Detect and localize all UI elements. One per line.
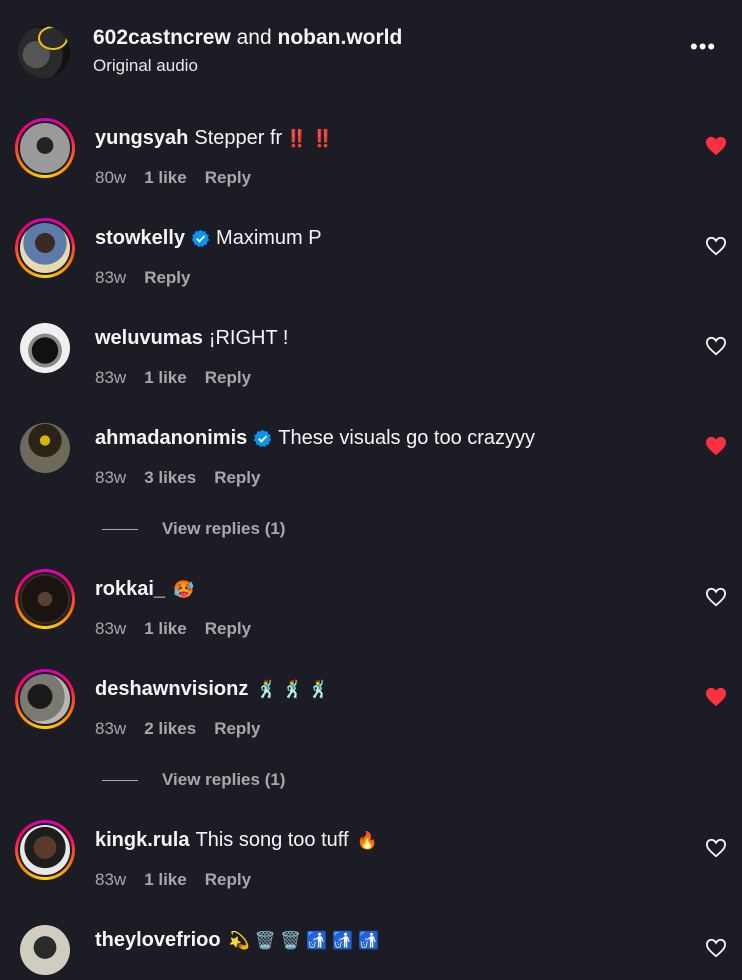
avatar bbox=[20, 323, 70, 373]
comment-likes[interactable]: 1 like bbox=[144, 368, 187, 388]
comment-likes[interactable]: 3 likes bbox=[144, 468, 196, 488]
audio-user1-link[interactable]: 602castncrew bbox=[93, 26, 231, 49]
avatar-wrapper[interactable] bbox=[15, 920, 75, 980]
verified-badge-icon bbox=[254, 429, 272, 448]
comment-emoji: 💫 🗑️ 🗑️ 🚮 🚮 🚮 bbox=[228, 930, 380, 950]
view-replies-button[interactable]: View replies (1) bbox=[102, 769, 402, 791]
comment-emoji: 🕺 🕺 🕺 bbox=[256, 679, 330, 699]
comment-emoji: ‼️ ‼️ bbox=[286, 128, 334, 148]
avatar bbox=[20, 223, 70, 273]
view-replies-divider bbox=[102, 528, 138, 530]
comment-likes[interactable]: 1 like bbox=[144, 168, 187, 188]
avatar bbox=[20, 574, 70, 624]
comment-username[interactable]: kingk.rula bbox=[95, 829, 189, 852]
comment-age: 83w bbox=[95, 870, 127, 889]
reply-button[interactable]: Reply bbox=[144, 268, 190, 288]
avatar-wrapper[interactable] bbox=[15, 318, 75, 378]
heart-filled-icon[interactable] bbox=[705, 436, 727, 456]
reply-button[interactable]: Reply bbox=[205, 368, 251, 388]
reply-button[interactable]: Reply bbox=[205, 870, 251, 890]
audio-avatar[interactable] bbox=[18, 26, 70, 78]
comment-text: This song too tuff bbox=[195, 829, 349, 851]
comment-emoji: 🥵 bbox=[173, 579, 195, 599]
reply-button[interactable]: Reply bbox=[205, 619, 251, 639]
comment-likes[interactable]: 1 like bbox=[144, 619, 187, 639]
heart-outline-icon[interactable] bbox=[705, 336, 727, 356]
avatar-story-ring[interactable] bbox=[15, 118, 75, 178]
avatar-story-ring[interactable] bbox=[15, 218, 75, 278]
avatar-story-ring[interactable] bbox=[15, 820, 75, 880]
comment-username[interactable]: stowkelly bbox=[95, 227, 185, 250]
comment-username[interactable]: yungsyah bbox=[95, 127, 188, 150]
avatar bbox=[20, 123, 70, 173]
view-replies-divider bbox=[102, 779, 138, 781]
comment-username[interactable]: rokkai_ bbox=[95, 578, 165, 601]
avatar bbox=[20, 825, 70, 875]
comment-username[interactable]: theylovefrioo bbox=[95, 929, 221, 952]
avatar-wrapper[interactable] bbox=[15, 418, 75, 478]
comment-age: 83w bbox=[95, 268, 127, 287]
avatar bbox=[20, 423, 70, 473]
audio-badge-icon bbox=[38, 26, 68, 50]
comment-username[interactable]: weluvumas bbox=[95, 327, 203, 350]
more-options-icon[interactable]: ••• bbox=[690, 34, 716, 60]
audio-title: 602castncrew and noban.world bbox=[93, 26, 402, 50]
comment-text: Maximum P bbox=[216, 227, 322, 249]
comment-emoji: 🔥 bbox=[356, 830, 378, 850]
avatar-story-ring[interactable] bbox=[15, 569, 75, 629]
heart-outline-icon[interactable] bbox=[705, 838, 727, 858]
reply-button[interactable]: Reply bbox=[205, 168, 251, 188]
audio-header: 602castncrew and noban.world Original au… bbox=[0, 0, 742, 100]
comment-username[interactable]: deshawnvisionz bbox=[95, 678, 248, 701]
comment-text: These visuals go too crazyyy bbox=[278, 427, 536, 449]
heart-filled-icon[interactable] bbox=[705, 136, 727, 156]
view-replies-label: View replies (1) bbox=[162, 770, 286, 789]
audio-title-joiner: and bbox=[236, 26, 272, 49]
audio-user2-link[interactable]: noban.world bbox=[278, 26, 403, 49]
comment-text: ¡RIGHT ! bbox=[208, 327, 289, 349]
heart-outline-icon[interactable] bbox=[705, 236, 727, 256]
audio-subtitle[interactable]: Original audio bbox=[93, 56, 198, 76]
verified-badge-icon bbox=[191, 229, 210, 248]
heart-filled-icon[interactable] bbox=[705, 687, 727, 707]
heart-outline-icon[interactable] bbox=[705, 587, 727, 607]
reply-button[interactable]: Reply bbox=[214, 719, 260, 739]
view-replies-label: View replies (1) bbox=[162, 519, 286, 538]
comment-age: 83w bbox=[95, 619, 127, 638]
comment-likes[interactable]: 2 likes bbox=[144, 719, 196, 739]
comment-age: 83w bbox=[95, 719, 127, 738]
heart-outline-icon[interactable] bbox=[705, 938, 727, 958]
view-replies-button[interactable]: View replies (1) bbox=[102, 518, 402, 540]
avatar-story-ring[interactable] bbox=[15, 669, 75, 729]
reply-button[interactable]: Reply bbox=[214, 468, 260, 488]
comment-likes[interactable]: 1 like bbox=[144, 870, 187, 890]
comment-text: Stepper fr bbox=[194, 127, 283, 149]
avatar bbox=[20, 925, 70, 975]
avatar bbox=[20, 674, 70, 724]
comment-age: 83w bbox=[95, 468, 127, 487]
comment-username[interactable]: ahmadanonimis bbox=[95, 427, 247, 450]
comment-age: 83w bbox=[95, 368, 127, 387]
comment-age: 80w bbox=[95, 168, 127, 187]
